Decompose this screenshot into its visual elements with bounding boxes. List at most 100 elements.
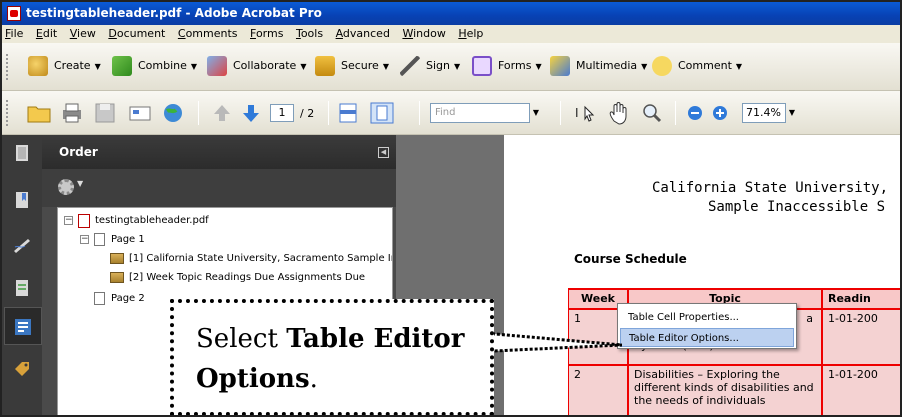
doc-title-line-2: Sample Inaccessible S (708, 199, 886, 215)
toolbar-grip[interactable] (6, 54, 10, 80)
open-folder-icon[interactable] (26, 101, 52, 125)
navigation-pane-strip (2, 135, 42, 415)
separator (560, 101, 561, 125)
separator (419, 101, 420, 125)
table-cell-topic[interactable]: Disabilities – Exploring the different k… (628, 365, 822, 415)
callout-text-bold-1: Table Editor (286, 324, 465, 354)
menu-window[interactable]: Window (402, 25, 445, 43)
bookmarks-icon[interactable] (12, 190, 32, 210)
combine-icon (112, 56, 132, 76)
order-tab[interactable] (4, 307, 42, 345)
zoom-dropdown-chevron-down-icon[interactable]: ▼ (786, 103, 798, 123)
separator (198, 101, 199, 125)
callout-text-bold-2: Options (196, 364, 310, 394)
find-dropdown-chevron-down-icon[interactable]: ▼ (530, 103, 542, 123)
panel-header: Order ◀ (42, 135, 396, 169)
menu-comments[interactable]: Comments (178, 25, 238, 43)
page-icon (94, 233, 105, 246)
pdf-file-icon (78, 214, 90, 228)
tree-node-table-1[interactable]: [1] California State University, Sacrame… (110, 251, 392, 267)
content-icon[interactable] (12, 278, 32, 298)
callout-text-plain: Select (196, 324, 287, 354)
menu-edit[interactable]: Edit (36, 25, 57, 43)
menu-tools[interactable]: Tools (296, 25, 323, 43)
menu-forms[interactable]: Forms (250, 25, 283, 43)
multimedia-button[interactable]: Multimedia ▼ (550, 55, 647, 77)
callout-pointer (472, 330, 622, 354)
tree-node-table-2[interactable]: [2] Week Topic Readings Due Assignments … (110, 270, 392, 286)
menu-help[interactable]: Help (458, 25, 483, 43)
save-icon[interactable] (92, 101, 118, 125)
toolbar-grip[interactable] (6, 100, 10, 126)
fit-width-icon[interactable] (335, 101, 361, 125)
page-number-input[interactable]: 1 (270, 104, 294, 122)
menu-advanced[interactable]: Advanced (336, 25, 390, 43)
collaborate-button[interactable]: Collaborate ▼ (207, 55, 306, 77)
menu-document[interactable]: Document (108, 25, 165, 43)
separator (328, 101, 329, 125)
table-icon (110, 253, 124, 264)
chevron-down-icon[interactable]: ▼ (77, 179, 83, 188)
svg-text:I: I (575, 106, 579, 120)
combine-button[interactable]: Combine ▼ (112, 55, 197, 77)
title-bar: testingtableheader.pdf - Adobe Acrobat P… (2, 2, 900, 25)
email-icon[interactable] (127, 101, 153, 125)
comment-button[interactable]: Comment ▼ (652, 55, 742, 77)
select-tool-icon[interactable]: I (573, 101, 599, 125)
page-total: / 2 (300, 107, 315, 120)
table-cell-week[interactable]: 2 (568, 365, 628, 415)
fit-page-icon[interactable] (369, 101, 395, 125)
table-cell-reading[interactable]: 1-01-200 (822, 309, 900, 365)
menu-view[interactable]: View (70, 25, 96, 43)
secure-button[interactable]: Secure ▼ (315, 55, 389, 77)
create-button[interactable]: Create ▼ (28, 55, 101, 77)
zoom-in-icon[interactable] (707, 101, 733, 125)
menu-file[interactable]: File (5, 25, 23, 43)
lock-icon (315, 56, 335, 76)
sign-button[interactable]: Sign ▼ (400, 55, 460, 77)
section-heading: Course Schedule (574, 252, 687, 266)
print-icon[interactable] (59, 101, 85, 125)
close-icon[interactable]: ◀ (378, 147, 389, 158)
pdf-file-icon (7, 6, 21, 21)
comment-icon (652, 56, 672, 76)
zoom-out-icon[interactable] (682, 101, 708, 125)
panel-options-bar: ▼ (42, 169, 396, 207)
page-icon (94, 292, 105, 305)
zoom-tool-icon[interactable] (639, 101, 665, 125)
acrobat-window: testingtableheader.pdf - Adobe Acrobat P… (0, 0, 902, 417)
tree-node-file[interactable]: − testingtableheader.pdf (64, 213, 384, 229)
multimedia-icon (550, 56, 570, 76)
tree-node-page-1[interactable]: − Page 1 (80, 232, 380, 248)
context-menu: Table Cell Properties... Table Editor Op… (617, 303, 797, 349)
next-page-icon[interactable] (238, 101, 264, 125)
find-input[interactable]: Find (430, 103, 530, 123)
panel-title: Order (59, 145, 98, 159)
table-cell-reading[interactable]: 1-01-200 (822, 365, 900, 415)
forms-icon (472, 56, 492, 76)
table-editor-options-menu-item[interactable]: Table Editor Options... (620, 328, 794, 347)
forms-button[interactable]: Forms ▼ (472, 55, 542, 77)
create-icon (28, 56, 48, 76)
reading-order-icon (15, 319, 31, 335)
table-header-readings[interactable]: Readin (822, 289, 900, 309)
table-cell-properties-menu-item[interactable]: Table Cell Properties... (620, 308, 794, 327)
pen-icon (400, 56, 420, 76)
callout-text-end: . (309, 364, 318, 394)
table-icon (110, 272, 124, 283)
collapse-icon[interactable]: − (64, 216, 73, 225)
signatures-icon[interactable] (12, 235, 32, 255)
hand-tool-icon[interactable] (606, 101, 632, 125)
tasks-toolbar: Create ▼ Combine ▼ Collaborate ▼ Secure ▼ Si… (2, 43, 900, 91)
zoom-level-input[interactable]: 71.4% (742, 103, 786, 123)
file-toolbar: 1 / 2 Find ▼ I 71.4% ▼ (2, 91, 900, 135)
menu-bar: File Edit View Document Comments Forms T… (2, 25, 900, 43)
previous-page-icon[interactable] (209, 101, 235, 125)
gear-icon[interactable] (58, 179, 74, 195)
pages-icon[interactable] (12, 143, 32, 163)
tags-icon[interactable] (12, 359, 32, 379)
collapse-icon[interactable]: − (80, 235, 89, 244)
internet-icon[interactable] (160, 101, 186, 125)
collaborate-icon (207, 56, 227, 76)
window-title: testingtableheader.pdf - Adobe Acrobat P… (26, 6, 322, 20)
